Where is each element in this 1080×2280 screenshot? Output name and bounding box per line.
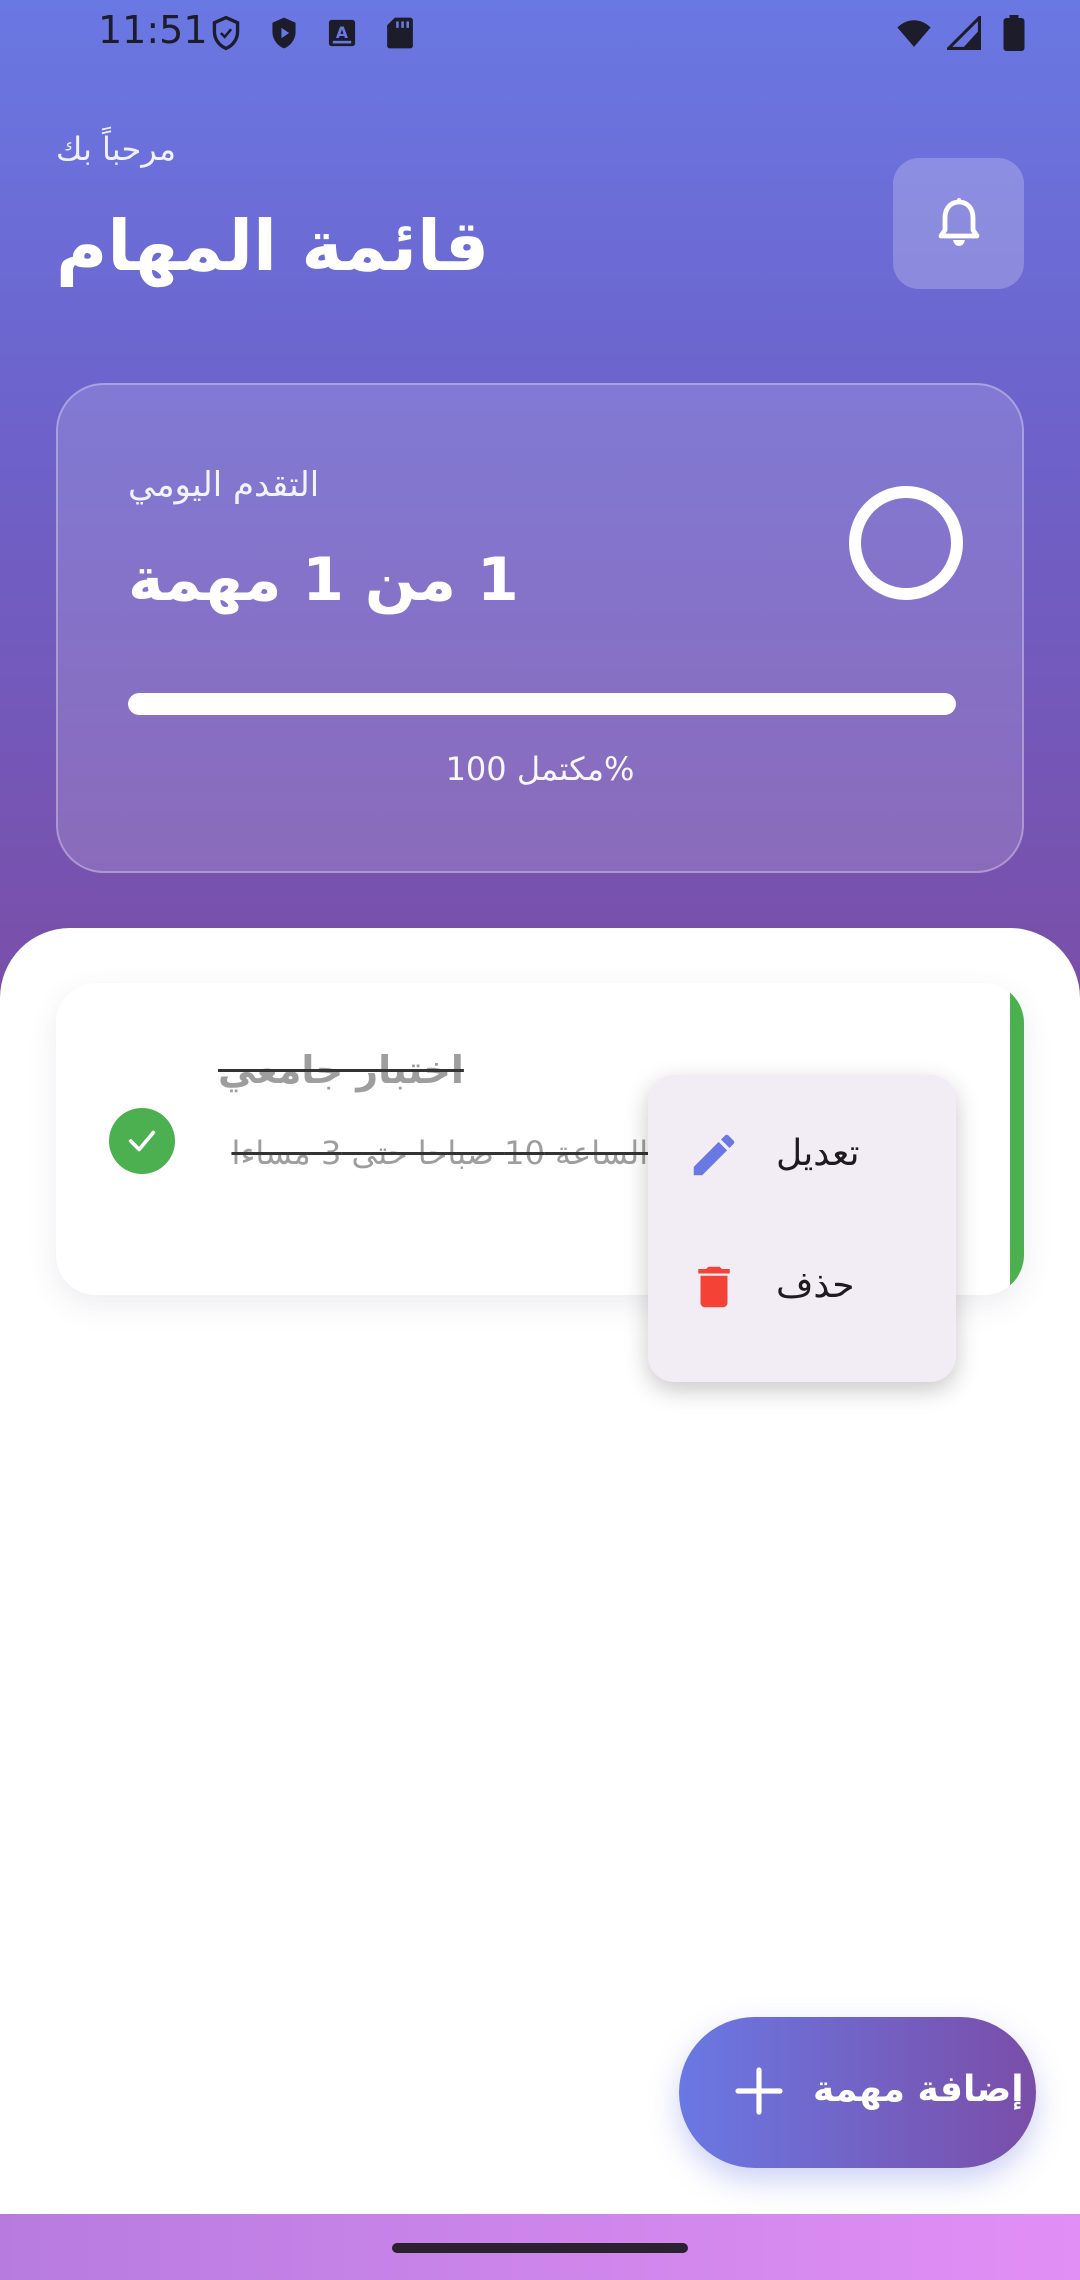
progress-percent: مكتمل 100% [445,750,635,788]
cellular-signal-icon [946,14,982,52]
task-context-menu: تعديل حذف [648,1075,956,1382]
svg-text:A: A [336,23,349,42]
plus-icon [735,2067,783,2115]
progress-count: 1 من 1 مهمة [128,545,519,615]
notifications-button[interactable] [893,158,1024,289]
wifi-icon [896,14,932,52]
add-task-label: إضافة مهمة [813,2069,1024,2110]
progress-ring [849,486,963,600]
greeting-text: مرحباً بك [56,130,177,168]
menu-item-edit-label: تعديل [776,1133,860,1174]
shield-outline-icon [208,14,244,52]
daily-progress-card: التقدم اليومي 1 من 1 مهمة مكتمل 100% [56,383,1024,873]
sd-card-icon [382,14,418,52]
menu-item-delete[interactable]: حذف [648,1227,956,1347]
page-title: قائمة المهام [56,205,490,287]
progress-bar-fill [128,693,956,715]
home-gesture-handle[interactable] [392,2243,688,2253]
status-time: 11:51 [98,8,208,52]
check-icon [128,1130,156,1152]
status-icons-left: A [208,14,418,52]
progress-label: التقدم اليومي [128,465,320,505]
battery-icon [996,14,1032,52]
shield-play-icon [266,14,302,52]
add-task-button[interactable]: إضافة مهمة [679,2017,1036,2168]
pencil-icon [684,1125,744,1185]
status-icons-right [896,14,1032,52]
task-title: اختبار جامعي [218,1048,464,1092]
menu-item-edit[interactable]: تعديل [648,1095,956,1215]
status-bar: 11:51 A [0,0,1080,66]
task-complete-checkbox[interactable] [109,1108,175,1174]
bell-icon [938,197,979,246]
keyboard-a-icon: A [324,14,360,52]
system-navigation-bar [0,2214,1080,2280]
menu-item-delete-label: حذف [776,1265,855,1306]
trash-icon [684,1257,744,1317]
progress-bar [128,693,956,715]
task-status-accent [1010,983,1024,1295]
